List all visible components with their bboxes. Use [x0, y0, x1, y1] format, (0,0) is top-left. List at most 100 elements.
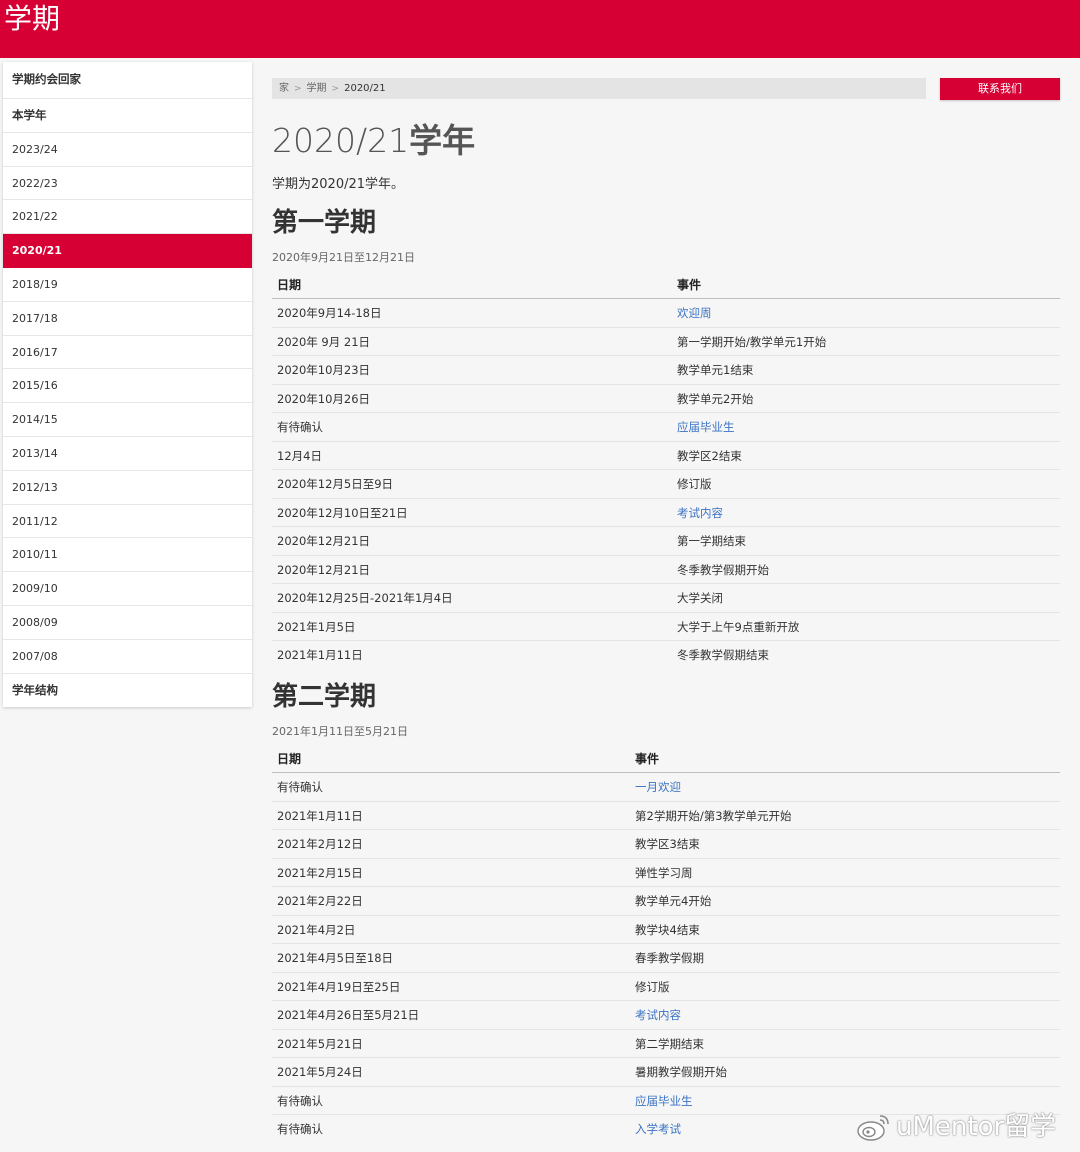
sidebar-item[interactable]: 2012/13 — [3, 471, 252, 505]
date-cell: 2021年4月5日至18日 — [277, 951, 394, 965]
term2-title: 第二学期 — [272, 682, 377, 712]
date-cell: 2020年12月25日-2021年1月4日 — [277, 591, 453, 605]
event-link[interactable]: 应届毕业生 — [677, 413, 735, 441]
date-cell: 2021年1月11日 — [277, 648, 363, 662]
column-header-event: 事件 — [635, 752, 660, 766]
event-cell: 暑期教学假期开始 — [635, 1065, 727, 1079]
date-cell: 2020年12月21日 — [277, 562, 371, 577]
date-cell: 12月4日 — [277, 448, 322, 463]
date-cell: 2021年2月12日 — [277, 837, 363, 851]
event-cell: 教学单元2开始 — [677, 391, 754, 406]
date-cell: 2021年4月26日至5月21日 — [277, 1008, 420, 1022]
sidebar-item[interactable]: 本学年 — [3, 99, 252, 133]
term2-table: 日期 事件 有待确认 一月欢迎 2021年1月11日 第2学期开始/第3教学单元开始 2… — [272, 745, 1060, 1144]
table-row: 2021年5月24日 暑期教学假期开始 — [272, 1058, 1060, 1087]
sidebar-item[interactable]: 2008/09 — [3, 606, 252, 640]
table-row: 2020年12月21日 冬季教学假期开始 — [272, 556, 1060, 584]
table-row: 2021年4月26日至5月21日 考试内容 — [272, 1001, 1060, 1030]
table-row: 2021年5月21日 第二学期结束 — [272, 1030, 1060, 1058]
date-cell: 2020年10月26日 — [277, 391, 371, 406]
date-cell: 2021年2月22日 — [277, 894, 363, 908]
date-cell: 2021年1月5日 — [277, 619, 356, 634]
sidebar-item[interactable]: 2021/22 — [3, 200, 252, 235]
term2-table-body: 有待确认 一月欢迎 2021年1月11日 第2学期开始/第3教学单元开始 2021年2月… — [272, 773, 1060, 1144]
event-link[interactable]: 考试内容 — [635, 1001, 681, 1029]
date-cell: 有待确认 — [277, 1093, 323, 1108]
date-cell: 2020年12月5日至9日 — [277, 477, 394, 491]
sidebar-item[interactable]: 学年结构 — [3, 674, 252, 708]
table-row: 有待确认 一月欢迎 — [272, 773, 1060, 802]
date-cell: 2021年2月15日 — [277, 865, 363, 880]
page-title: 2020/21学年 — [272, 120, 475, 162]
breadcrumb-home-link[interactable]: 家 — [279, 83, 289, 94]
date-cell: 2021年1月11日 — [277, 808, 363, 823]
site-header: 学期 — [0, 0, 1080, 58]
intro-text: 学期为2020/21学年。 — [272, 177, 405, 192]
sidebar-item[interactable]: 2017/18 — [3, 302, 252, 336]
breadcrumb: 家 > 学期 >2020/21 — [272, 78, 926, 99]
sidebar-item[interactable]: 2023/24 — [3, 133, 252, 167]
event-cell: 大学关闭 — [677, 591, 723, 605]
event-cell: 第二学期结束 — [635, 1036, 704, 1051]
table-row: 2020年12月25日-2021年1月4日 大学关闭 — [272, 584, 1060, 613]
sidebar-item[interactable]: 2020/21 — [3, 234, 252, 268]
weibo-icon — [857, 1115, 889, 1141]
page-header-title: 学期 — [4, 2, 61, 35]
date-cell: 有待确认 — [277, 420, 323, 434]
table-row: 2021年1月11日 冬季教学假期结束 — [272, 641, 1060, 670]
page-title-year: 2020/21 — [272, 121, 410, 160]
sidebar-item[interactable]: 2009/10 — [3, 572, 252, 606]
term1-date-range: 2020年9月21日至12月21日 — [272, 251, 415, 264]
event-cell: 教学块4结束 — [635, 922, 700, 937]
date-cell: 有待确认 — [277, 1122, 323, 1136]
breadcrumb-separator: > — [294, 84, 302, 94]
column-header-date: 日期 — [277, 752, 302, 766]
event-cell: 冬季教学假期结束 — [677, 648, 769, 662]
sidebar-item[interactable]: 2015/16 — [3, 369, 252, 404]
term1-table-body: 2020年9月14-18日 欢迎周 2020年 9月 21日 第一学期开始/教学单元1… — [272, 299, 1060, 670]
table-row: 2021年2月15日 弹性学习周 — [272, 859, 1060, 887]
contact-us-button[interactable]: 联系我们 — [940, 78, 1060, 100]
event-cell: 教学区2结束 — [677, 448, 742, 463]
event-cell: 第2学期开始/第3教学单元开始 — [635, 808, 792, 823]
date-cell: 2020年9月14-18日 — [277, 306, 382, 320]
date-cell: 2021年4月2日 — [277, 922, 356, 937]
event-cell: 春季教学假期 — [635, 951, 704, 965]
event-cell: 修订版 — [635, 979, 670, 994]
table-row: 2021年2月12日 教学区3结束 — [272, 830, 1060, 859]
sidebar-item[interactable]: 学期约会回家 — [3, 62, 252, 99]
event-link[interactable]: 应届毕业生 — [635, 1087, 693, 1115]
event-link[interactable]: 考试内容 — [677, 499, 723, 527]
sidebar-item[interactable]: 2016/17 — [3, 336, 252, 370]
sidebar-item[interactable]: 2014/15 — [3, 403, 252, 437]
table-row: 2020年 9月 21日 第一学期开始/教学单元1开始 — [272, 328, 1060, 356]
breadcrumb-terms-link[interactable]: 学期 — [307, 83, 327, 94]
date-cell: 2020年10月23日 — [277, 363, 371, 377]
breadcrumb-current: 2020/21 — [344, 83, 386, 94]
term1-table: 日期 事件 2020年9月14-18日 欢迎周 2020年 9月 21日 第一学期开始… — [272, 271, 1060, 670]
event-cell: 教学区3结束 — [635, 837, 700, 851]
event-cell: 大学于上午9点重新开放 — [677, 619, 800, 634]
event-link[interactable]: 一月欢迎 — [635, 773, 681, 801]
table-row: 有待确认 应届毕业生 — [272, 413, 1060, 442]
term2-date-range: 2021年1月11日至5月21日 — [272, 725, 408, 738]
page-title-suffix: 学年 — [409, 121, 476, 160]
sidebar-item[interactable]: 2011/12 — [3, 505, 252, 539]
event-cell: 第一学期结束 — [677, 534, 746, 548]
sidebar-nav: 学期约会回家 本学年 2023/24 2022/23 2021/22 2020/21 201… — [3, 62, 252, 708]
date-cell: 2020年 9月 21日 — [277, 334, 371, 349]
event-cell: 弹性学习周 — [635, 865, 693, 880]
sidebar-item[interactable]: 2010/11 — [3, 538, 252, 573]
event-cell: 第一学期开始/教学单元1开始 — [677, 334, 827, 349]
table-row: 2020年9月14-18日 欢迎周 — [272, 299, 1060, 328]
date-cell: 2021年4月19日至25日 — [277, 979, 401, 994]
sidebar-item[interactable]: 2022/23 — [3, 167, 252, 201]
sidebar-item[interactable]: 2007/08 — [3, 640, 252, 674]
sidebar-item[interactable]: 2013/14 — [3, 437, 252, 471]
table-row: 2020年12月5日至9日 修订版 — [272, 470, 1060, 499]
event-link[interactable]: 欢迎周 — [677, 299, 712, 327]
sidebar-item[interactable]: 2018/19 — [3, 268, 252, 302]
event-link[interactable]: 入学考试 — [635, 1115, 681, 1143]
table-row: 2021年1月5日 大学于上午9点重新开放 — [272, 613, 1060, 641]
date-cell: 2020年12月21日 — [277, 534, 371, 548]
